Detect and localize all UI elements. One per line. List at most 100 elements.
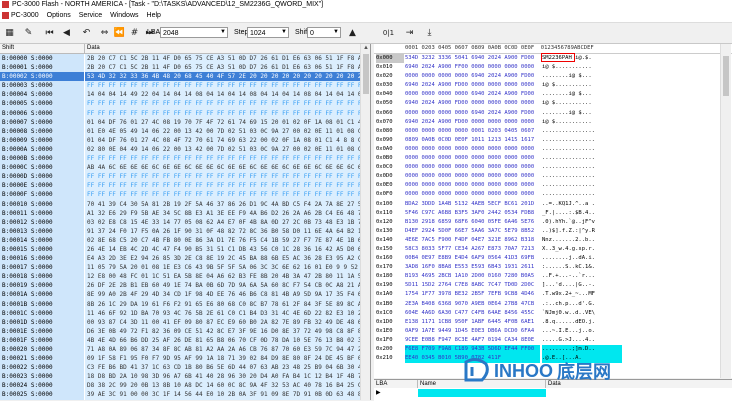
table-row[interactable]: B:00022 S:0000 C3 FE B6 BD 41 37 1C 63 CD…	[0, 363, 360, 373]
hex-row[interactable]: 0x180 B193 4695 2BCB 1A10 2D00 0160 7280 …	[374, 272, 732, 281]
table-row[interactable]: B:0001C S:0000 11 46 6F 92 1D BA 70 93 4C…	[0, 308, 360, 318]
hex-row[interactable]: 0x160 00B4 0E97 E8B9 E4D4 6AF9 0564 41D3 …	[374, 254, 732, 263]
table-row[interactable]: B:00006 S:0000 FF FF FF FF FF FF FF FF FF…	[0, 108, 360, 118]
prev-page-icon[interactable]: ◀	[60, 26, 73, 39]
hex-row[interactable]: 0x1F0 9CEE E0B8 F947 8C3E 4AF7 0194 CA34 …	[374, 336, 732, 345]
table-row[interactable]: B:00001 S:0000 2B 20 C7 C1 5C 2B 11 4F D0…	[0, 63, 360, 73]
table-row[interactable]: B:00003 S:0000 FF FF FF FF FF FF FF FF FF…	[0, 81, 360, 91]
menu-windows[interactable]: Windows	[106, 10, 142, 22]
hex-row[interactable]: 0x0F0 0000 0000 0000 0000 0000 0000 0000 …	[374, 190, 732, 199]
fast-back-icon[interactable]: ⏪	[113, 26, 126, 39]
menu-options[interactable]: Options	[43, 10, 75, 22]
hex-row[interactable]: 0x0A0 0000 0000 0000 0000 0000 0000 0000 …	[374, 145, 732, 154]
table-row[interactable]: B:00018 S:0000 12 E8 00 48 FC 01 1C 51 EA…	[0, 272, 360, 282]
table-row[interactable]: B:00010 S:0000 70 41 39 C4 30 5A 81 2B 19…	[0, 199, 360, 209]
hex-row[interactable]: 0x060 0000 0000 0000 0000 6940 2024 A900 …	[374, 109, 732, 118]
table-row[interactable]: B:0000D S:0000 FF FF FF FF FF FF FF FF FF…	[0, 172, 360, 182]
table-row[interactable]: B:00025 S:0000 39 AE 3C 91 00 00 3C 1F 14…	[0, 390, 360, 400]
hex-row[interactable]: 0x020 0000 0000 0000 0000 6940 2024 A900 …	[374, 72, 732, 81]
table-row[interactable]: B:0000B S:0000 FF FF FF FF FF FF FF FF FF…	[0, 154, 360, 164]
hex-row[interactable]: 0x050 6940 2024 A900 FD00 0000 0000 0000 …	[374, 99, 732, 108]
menu-service[interactable]: Service	[75, 10, 106, 22]
hex-row[interactable]: 0x030 6940 2024 A900 FD00 0000 0000 0000 …	[374, 81, 732, 90]
table-row[interactable]: B:00020 S:0000 71 A8 0A 89 06 87 34 8F 8C…	[0, 345, 360, 355]
lba-input[interactable]: 2048 ▼	[160, 27, 228, 38]
table-row[interactable]: B:0000F S:0000 FF FF FF FF FF FF FF FF FF…	[0, 190, 360, 200]
hex-row[interactable]: 0x1D0 E138 1171 1CB8 950F 1ABF 6445 4F0B …	[374, 318, 732, 327]
table-row[interactable]: B:0001F S:0000 4B 4E 4D 66 B6 DD 25 AF 26…	[0, 335, 360, 345]
table-row[interactable]: B:0001D S:0000 00 93 87 C4 3D 11 00 41 EF…	[0, 317, 360, 327]
chevron-down-icon[interactable]: ▼	[219, 28, 227, 37]
spin-up-icon[interactable]: ▲	[346, 26, 359, 39]
hex-row[interactable]: 0x1E0 0AF9 1A7E 9449 1D45 E0E3 DB6A DCD0 …	[374, 327, 732, 336]
table-row[interactable]: B:00019 S:0000 26 DF 2E 2B B1 EB 60 49 1E…	[0, 281, 360, 291]
hex-row[interactable]: 0x190 5D11 15D2 2764 C7E8 8ABC 7C47 TD0D …	[374, 281, 732, 290]
hex-row[interactable]: 0x070 6940 2024 A900 FD00 0000 0000 0000 …	[374, 118, 732, 127]
table-row[interactable]: B:00014 S:0000 02 8E 68 C5 20 C7 4B FB 80…	[0, 235, 360, 245]
table-row[interactable]: B:00015 S:0000 26 4E 14 EB 4C 2D 4C 47 F4…	[0, 244, 360, 255]
sector-list[interactable]: B:00000 S:0000 2B 20 C7 C1 5C 2B 11 4F D0…	[0, 54, 360, 400]
shift-input[interactable]: 0 ▼	[307, 27, 341, 38]
table-row[interactable]: B:00005 S:0000 FF FF FF FF FF FF FF FF FF…	[0, 99, 360, 109]
hex-row[interactable]: 0x0D0 0000 0000 0000 0000 0000 0000 0000 …	[374, 172, 732, 181]
zero-one-icon[interactable]: 0|1	[382, 26, 395, 39]
hex-row[interactable]: 0x1B0 2E3A B408 6368 9070 A9EB 0E64 27B8 …	[374, 300, 732, 309]
first-page-icon[interactable]: ⏮	[43, 26, 56, 39]
table-row[interactable]: B:00004 S:0000 14 04 04 14 49 22 04 14 04…	[0, 90, 360, 100]
hex-row[interactable]: 0x100 BDA2 3DDD 1A4B 5132 4AEB 5ECF BC61 …	[374, 200, 732, 209]
table-row[interactable]: B:00007 S:0000 01 04 DF 76 01 27 4C 08 19…	[0, 117, 360, 127]
table-row[interactable]: B:00016 S:0000 E4 A3 2D 3E E2 94 26 85 3D…	[0, 254, 360, 264]
table-row[interactable]: B:00011 S:0000 A1 32 E6 29 F9 5B AE 34 5C…	[0, 208, 360, 218]
merge-icon[interactable]: ⇥	[403, 26, 416, 39]
hex-row[interactable]: 0x110 5F46 C97C A6B8 B3F5 3AF0 2442 0534 …	[374, 209, 732, 218]
chevron-down-icon[interactable]: ▼	[280, 28, 288, 37]
menu-help[interactable]: Help	[143, 10, 165, 22]
table-row[interactable]: B:00000 S:0000 2B 20 C7 C1 5C 2B 11 4F D0…	[0, 54, 360, 64]
table-row[interactable]: B:0001B S:0000 8B 26 1C 29 DA 19 61 F6 F2…	[0, 299, 360, 309]
hex-row[interactable]: 0x0B0 0000 0000 0000 0000 0000 0000 0000 …	[374, 154, 732, 163]
table-row[interactable]: B:00013 S:0000 91 37 24 F0 17 F5 0A 26 1F…	[0, 226, 360, 236]
scroll-thumb[interactable]	[723, 56, 729, 96]
hex-row[interactable]: 0x010 6940 2024 A900 FF00 0000 0000 0000 …	[374, 63, 732, 72]
table-row[interactable]: B:00021 S:0000 09 1F 58 F1 95 F0 F7 9D 95…	[0, 354, 360, 364]
table-row[interactable]: B:00002 S:0000 53 4D 32 32 33 36 4B 48 20…	[0, 72, 360, 82]
col-lba[interactable]: LBA	[374, 380, 418, 388]
step-back-icon[interactable]: ↶	[80, 26, 93, 39]
table-row[interactable]: B:00008 S:0000 01 E0 4E 05 49 14 06 22 00…	[0, 126, 360, 136]
hex-view[interactable]: 0x000 534D 3232 3336 5041 6940 2024 A900 …	[374, 54, 732, 364]
hex-row[interactable]: 0x150 58C3 8033 5F77 CE34 A267 E873 70A7 …	[374, 245, 732, 254]
scroll-thumb[interactable]	[363, 54, 369, 94]
hex-row[interactable]: 0x170 3AD8 16F0 8BA8 E553 E593 6B43 1931 …	[374, 263, 732, 272]
hash-icon[interactable]: #	[128, 26, 141, 39]
table-row[interactable]: B:0001A S:0000 8E 99 A0 2B 4F 29 4D 34 CD…	[0, 290, 360, 300]
table-row[interactable]: B:00009 S:0000 01 04 DF 76 01 27 4C 08 4F…	[0, 135, 360, 145]
table-row[interactable]	[418, 389, 546, 397]
hex-row[interactable]: 0x120 B130 2918 6859 68F6 6040 05FE 6A46 …	[374, 218, 732, 227]
grid-icon[interactable]: ▦	[3, 26, 16, 39]
step-input[interactable]: 1024 ▼	[247, 27, 289, 38]
menu-app[interactable]: PC-3000	[11, 10, 43, 22]
hex-row[interactable]: 0x090 0809 0A0B 0C0D 0E0F 1011 1213 1415 …	[374, 136, 732, 145]
hex-row[interactable]: 0x1C0 604E 4A6D 6A30 C477 C4FB 64AE 8456 …	[374, 309, 732, 318]
chevron-down-icon[interactable]: ▼	[332, 28, 340, 37]
hex-row[interactable]: 0x080 0000 0000 0000 0000 0001 0203 0405 …	[374, 127, 732, 136]
table-row[interactable]: B:00017 S:0000 11 05 79 5A 20 01 08 1E E3…	[0, 263, 360, 273]
pin-icon[interactable]: ⤓	[423, 26, 436, 39]
hex-row[interactable]: 0x0C0 0000 0000 0000 0000 0000 0000 0000 …	[374, 163, 732, 172]
hex-row[interactable]: 0x130 D4EF 2924 5D0F 66E7 5AA6 3A7C 5E79 …	[374, 227, 732, 236]
hex-row[interactable]: 0x040 0000 0000 0000 0000 6940 2024 A900 …	[374, 90, 732, 99]
hex-row[interactable]: 0x0E0 0000 0000 0000 0000 0000 0000 0000 …	[374, 181, 732, 190]
scroll-up-icon[interactable]: ▲	[361, 44, 370, 53]
table-row[interactable]: B:0000A S:0000 02 80 0E 04 49 14 06 22 00…	[0, 144, 360, 155]
app-menu-icon[interactable]	[2, 12, 9, 19]
right-scrollbar[interactable]	[720, 44, 731, 378]
col-data[interactable]: Data	[87, 44, 100, 53]
hex-row[interactable]: 0x200 F6E8 F709 F9A8 C189 943B 5D6D EF44 …	[374, 345, 732, 355]
table-row[interactable]: B:00023 S:0000 18 D8 BD 2A 10 98 3D 96 A7…	[0, 372, 360, 382]
left-scrollbar[interactable]: ▲	[360, 44, 370, 400]
col-shift[interactable]: Shift	[2, 44, 14, 53]
table-row[interactable]: B:0001E S:0000 D6 3E 0B 49 72 F1 82 36 09…	[0, 326, 360, 336]
edit-icon[interactable]: ✎	[22, 26, 35, 39]
table-row[interactable]: B:00024 S:0000 D8 38 2C 99 20 0B 13 8B 10…	[0, 381, 360, 391]
hex-row[interactable]: 0x140 4E6E 7AC5 F900 F4DF 04E7 321E 8962 …	[374, 236, 732, 245]
